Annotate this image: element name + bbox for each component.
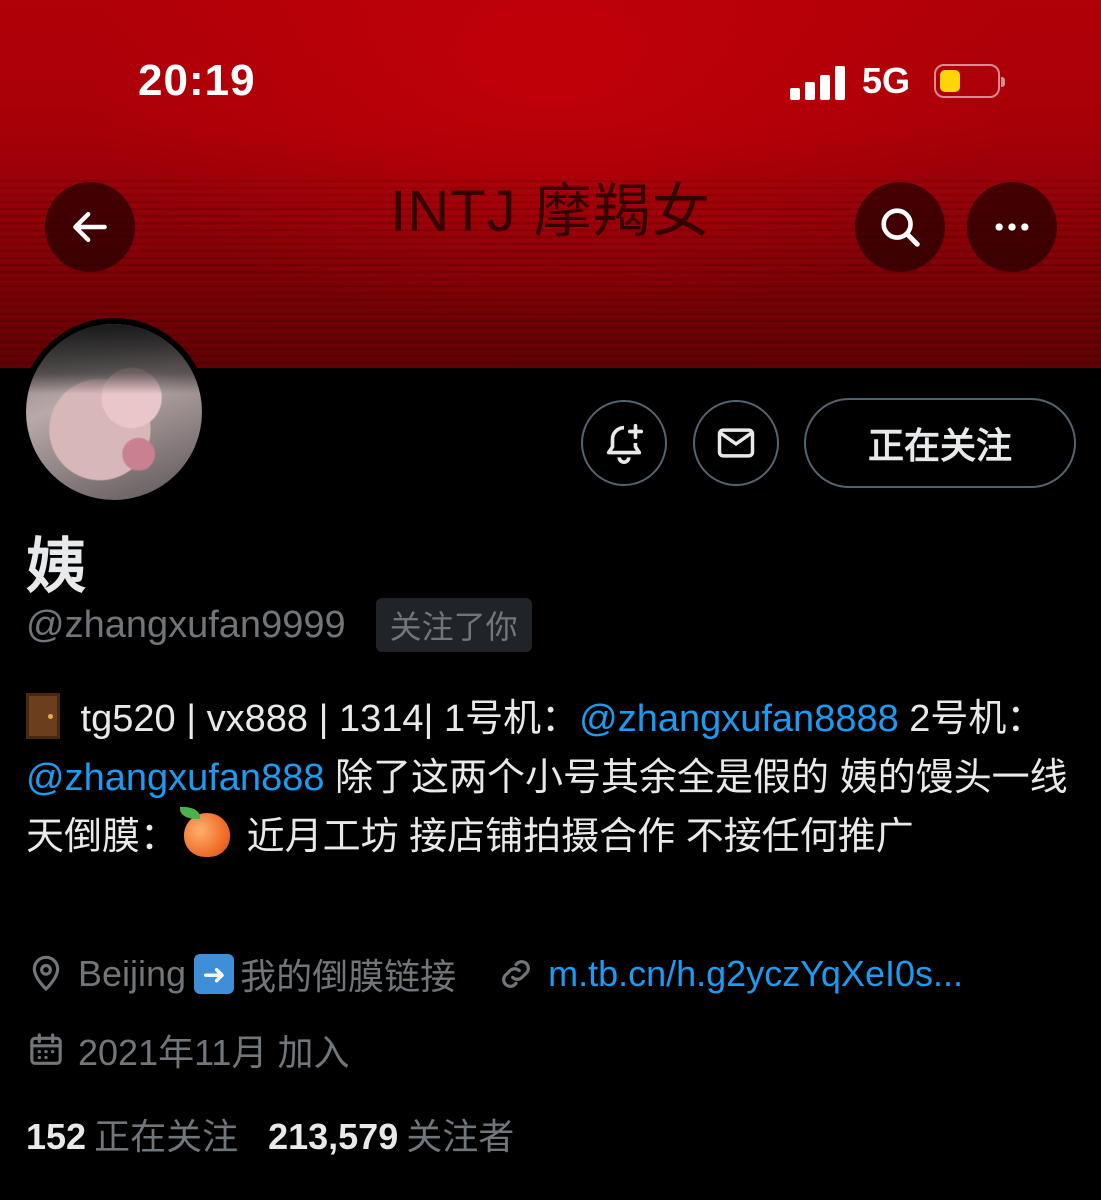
following-button[interactable]: 正在关注	[804, 398, 1076, 488]
link-icon	[502, 960, 530, 988]
door-emoji-icon	[26, 693, 60, 739]
cellular-signal-icon	[790, 66, 846, 100]
mention-link-2[interactable]: @zhangxufan888	[26, 757, 324, 799]
right-arrow-emoji-icon: ➜	[194, 954, 235, 994]
location-pin-icon	[32, 955, 60, 992]
more-button[interactable]	[967, 182, 1057, 272]
calendar-icon	[30, 1033, 62, 1065]
search-button[interactable]	[855, 182, 945, 272]
website-link[interactable]: m.tb.cn/h.g2yczYqXeI0s...	[548, 953, 963, 995]
location-text: Beijing	[78, 953, 187, 994]
followers-stat[interactable]: 213,579 关注者	[268, 1108, 514, 1160]
avatar[interactable]	[20, 318, 208, 506]
search-icon	[881, 208, 920, 247]
mention-link-1[interactable]: @zhangxufan8888	[579, 698, 899, 740]
message-button[interactable]	[693, 400, 779, 486]
bio-text-2: 2号机：	[898, 698, 1045, 740]
following-label: 正在关注	[94, 1116, 239, 1157]
joined-date: 2021年11月 加入	[78, 1032, 350, 1073]
battery-icon	[934, 64, 1005, 98]
network-type: 5G	[862, 60, 911, 101]
follow-stats: 152 正在关注 213,579 关注者	[26, 1108, 544, 1160]
followers-label: 关注者	[406, 1116, 515, 1157]
bio-text-4: 近月工坊 接店铺拍摄合作 不接任何推广	[236, 816, 914, 858]
joined-row: 2021年11月 加入	[26, 1024, 349, 1076]
follows-you-badge: 关注了你	[375, 598, 532, 652]
back-button[interactable]	[45, 182, 135, 272]
handle-row: @zhangxufan9999 关注了你	[26, 598, 532, 652]
bell-plus-icon	[606, 423, 644, 464]
user-handle: @zhangxufan9999	[26, 603, 346, 646]
bio-text-1: tg520 | vx888 | 1314| 1号机：	[70, 698, 580, 740]
location-website-row: Beijing ➜ 我的倒膜链接 m.tb.cn/h.g2yczYqXeI0s.…	[26, 948, 963, 1000]
location-suffix: 我的倒膜链接	[240, 956, 457, 997]
status-time: 20:19	[138, 56, 256, 105]
following-count: 152	[26, 1116, 87, 1157]
mail-icon	[717, 428, 755, 458]
peach-emoji-icon	[180, 807, 231, 857]
arrow-left-icon	[73, 211, 107, 243]
following-stat[interactable]: 152 正在关注	[26, 1108, 238, 1160]
followers-count: 213,579	[268, 1116, 399, 1157]
bio: tg520 | vx888 | 1314| 1号机：@zhangxufan888…	[26, 690, 1076, 867]
more-icon	[995, 223, 1029, 231]
display-name: 姨	[26, 533, 86, 600]
notify-button[interactable]	[581, 400, 667, 486]
